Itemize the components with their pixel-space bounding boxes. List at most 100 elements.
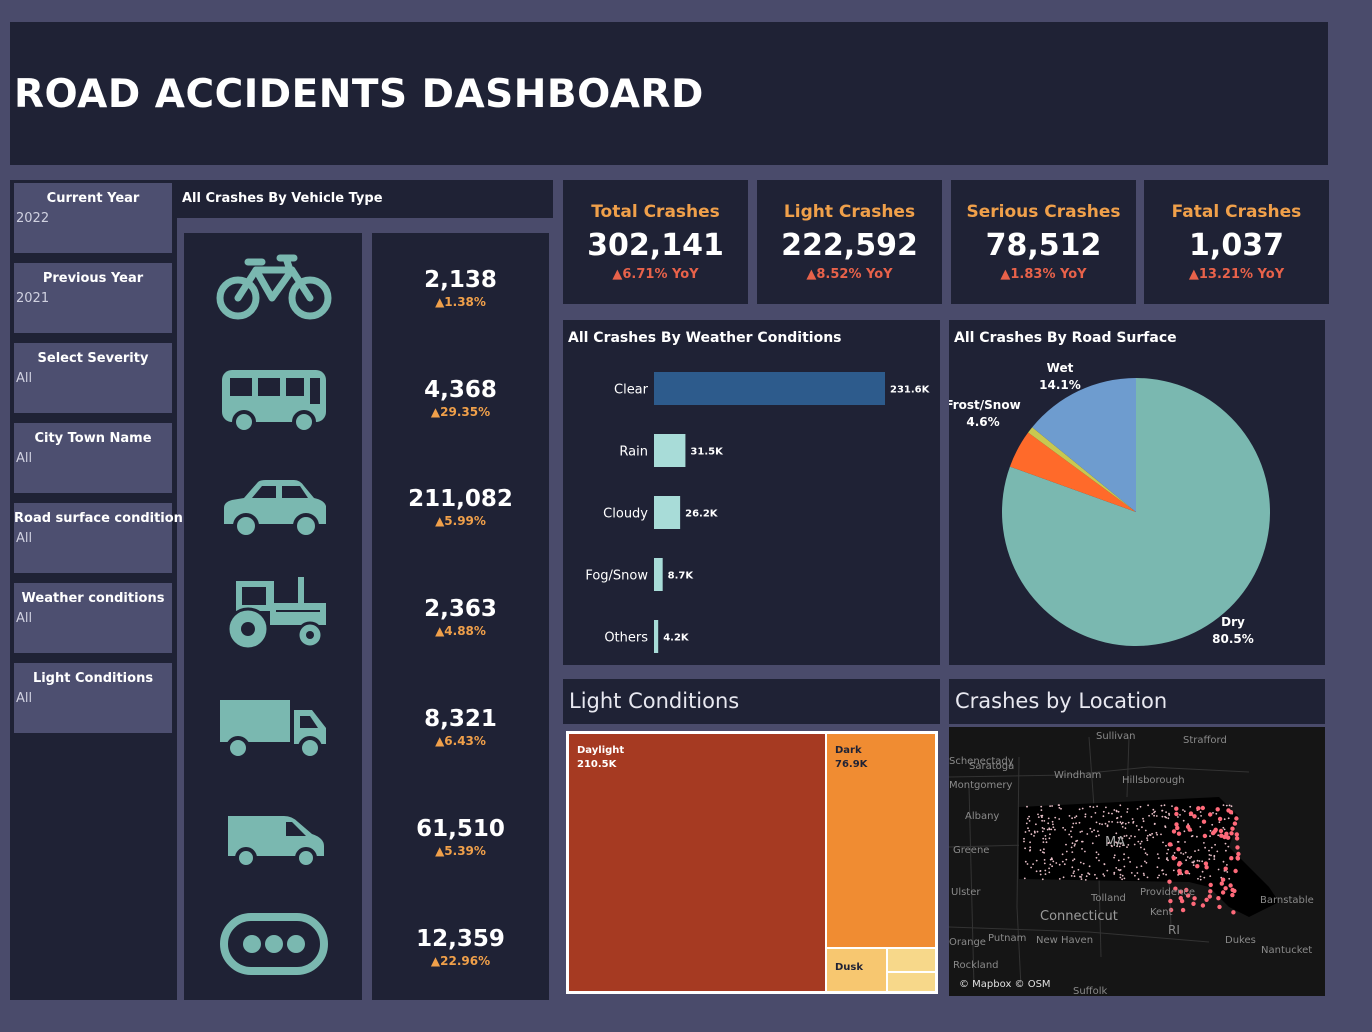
truck-icon[interactable] bbox=[214, 688, 334, 768]
map-label: Kent bbox=[1150, 907, 1173, 918]
crash-point bbox=[1158, 874, 1160, 877]
crash-point bbox=[1167, 817, 1170, 820]
kpi-value: 78,512 bbox=[985, 228, 1102, 263]
filter-value[interactable]: All bbox=[16, 691, 32, 706]
crash-point bbox=[1184, 841, 1186, 843]
crash-point bbox=[1044, 869, 1047, 872]
tractor-icon[interactable] bbox=[214, 573, 334, 653]
weather-value-label: 4.2K bbox=[663, 633, 690, 644]
crash-point bbox=[1073, 844, 1076, 847]
crash-point bbox=[1218, 821, 1221, 824]
crash-location-map[interactable]: Sullivan Strafford Saratoga Windham Hill… bbox=[949, 727, 1325, 996]
vehicle-value-van: 61,510 ▲5.39% bbox=[372, 816, 549, 858]
crash-point bbox=[1072, 822, 1075, 825]
crash-point bbox=[1183, 830, 1186, 833]
crash-point bbox=[1225, 849, 1227, 852]
weather-bar-chart[interactable]: Clear 231.6K Rain 31.5K Cloudy 26.2K Fog/Snow 8… bbox=[563, 320, 940, 665]
crash-point bbox=[1029, 849, 1031, 852]
car-icon[interactable] bbox=[214, 468, 334, 548]
crash-point bbox=[1121, 874, 1124, 877]
crash-point bbox=[1119, 876, 1122, 879]
weather-chart-panel: All Crashes By Weather Conditions Clear 2… bbox=[563, 320, 940, 665]
crash-point bbox=[1127, 856, 1130, 859]
bus-icon[interactable] bbox=[214, 358, 334, 438]
crash-point bbox=[1136, 808, 1139, 810]
crash-point bbox=[1131, 818, 1134, 820]
others-icon[interactable] bbox=[214, 905, 334, 985]
weather-bar[interactable] bbox=[654, 558, 663, 591]
crash-point bbox=[1174, 811, 1179, 817]
road-surface-pie-chart[interactable]: Dry 80.5% Frost/Snow 4.6% Wet 14.1% bbox=[949, 320, 1325, 665]
treemap-cell-other-2[interactable] bbox=[888, 973, 935, 991]
crash-point bbox=[1200, 805, 1205, 811]
map-label: Albany bbox=[965, 811, 1000, 822]
crash-point bbox=[1073, 870, 1075, 873]
crash-point bbox=[1230, 826, 1235, 831]
filter-label: Current Year bbox=[46, 191, 140, 206]
vehicle-change: ▲4.88% bbox=[435, 624, 486, 638]
weather-bar[interactable] bbox=[654, 372, 885, 405]
crash-point bbox=[1121, 878, 1123, 881]
filter-value[interactable]: All bbox=[16, 451, 32, 466]
crash-point bbox=[1124, 822, 1127, 825]
crash-point bbox=[1098, 822, 1101, 825]
crash-point bbox=[1232, 888, 1237, 894]
filter-city-town[interactable]: City Town Name All bbox=[14, 423, 172, 493]
crash-point bbox=[1119, 869, 1122, 871]
treemap-cell-daylight[interactable]: Daylight 210.5K bbox=[569, 734, 825, 991]
vehicle-value-bus: 4,368 ▲29.35% bbox=[372, 377, 549, 419]
crash-point bbox=[1153, 814, 1155, 817]
filter-road-surface[interactable]: Road surface condition All bbox=[14, 503, 183, 573]
treemap-label: Dark 76.9K bbox=[835, 744, 867, 772]
crash-point bbox=[1048, 871, 1051, 874]
weather-bar[interactable] bbox=[654, 434, 686, 467]
weather-bar[interactable] bbox=[654, 620, 659, 653]
crash-point bbox=[1156, 866, 1159, 869]
crash-point bbox=[1143, 874, 1145, 876]
crash-point bbox=[1043, 820, 1046, 822]
crash-point bbox=[1203, 861, 1209, 866]
filter-value[interactable]: All bbox=[16, 531, 32, 546]
crash-point bbox=[1035, 823, 1037, 826]
crash-point bbox=[1146, 834, 1149, 837]
map-label: Rockland bbox=[953, 960, 999, 971]
crash-point bbox=[1161, 869, 1163, 872]
crash-point bbox=[1046, 828, 1049, 831]
treemap-cell-dusk[interactable]: Dusk bbox=[827, 949, 886, 991]
crash-point bbox=[1062, 826, 1064, 829]
crash-point bbox=[1201, 819, 1207, 824]
crash-point bbox=[1041, 827, 1044, 829]
treemap-label-name: Daylight bbox=[577, 745, 625, 756]
crash-point bbox=[1126, 811, 1129, 813]
crash-point bbox=[1156, 853, 1159, 855]
crash-point bbox=[1048, 837, 1051, 840]
filter-value[interactable]: All bbox=[16, 371, 32, 386]
crash-point bbox=[1028, 820, 1031, 822]
treemap-cell-other-1[interactable] bbox=[888, 949, 935, 971]
weather-bar[interactable] bbox=[654, 496, 681, 529]
crash-point bbox=[1095, 856, 1098, 859]
filter-value[interactable]: All bbox=[16, 611, 32, 626]
crash-point bbox=[1105, 806, 1107, 809]
light-conditions-treemap[interactable]: Daylight 210.5K Dark 76.9K Dusk bbox=[566, 731, 938, 994]
crash-point bbox=[1058, 804, 1060, 807]
crash-point bbox=[1228, 804, 1231, 807]
crash-point bbox=[1043, 859, 1046, 861]
filter-light-conditions[interactable]: Light Conditions All bbox=[14, 663, 172, 733]
crash-point bbox=[1160, 804, 1163, 807]
crash-point bbox=[1029, 846, 1032, 849]
filter-previous-year[interactable]: Previous Year 2021 bbox=[14, 263, 172, 333]
treemap-cell-dark[interactable]: Dark 76.9K bbox=[827, 734, 935, 947]
vehicle-value-car: 211,082 ▲5.99% bbox=[372, 486, 549, 528]
crash-point bbox=[1161, 815, 1164, 818]
filter-weather[interactable]: Weather conditions All bbox=[14, 583, 172, 653]
filter-value[interactable]: 2021 bbox=[16, 291, 49, 306]
crash-point bbox=[1186, 856, 1189, 858]
map-credit[interactable]: © Mapbox © OSM bbox=[959, 979, 1051, 990]
van-icon[interactable] bbox=[214, 798, 334, 878]
filter-current-year[interactable]: Current Year 2022 bbox=[14, 183, 172, 253]
bicycle-icon[interactable] bbox=[214, 248, 334, 328]
filter-value[interactable]: 2022 bbox=[16, 211, 49, 226]
filter-severity[interactable]: Select Severity All bbox=[14, 343, 172, 413]
crash-point bbox=[1025, 822, 1028, 825]
